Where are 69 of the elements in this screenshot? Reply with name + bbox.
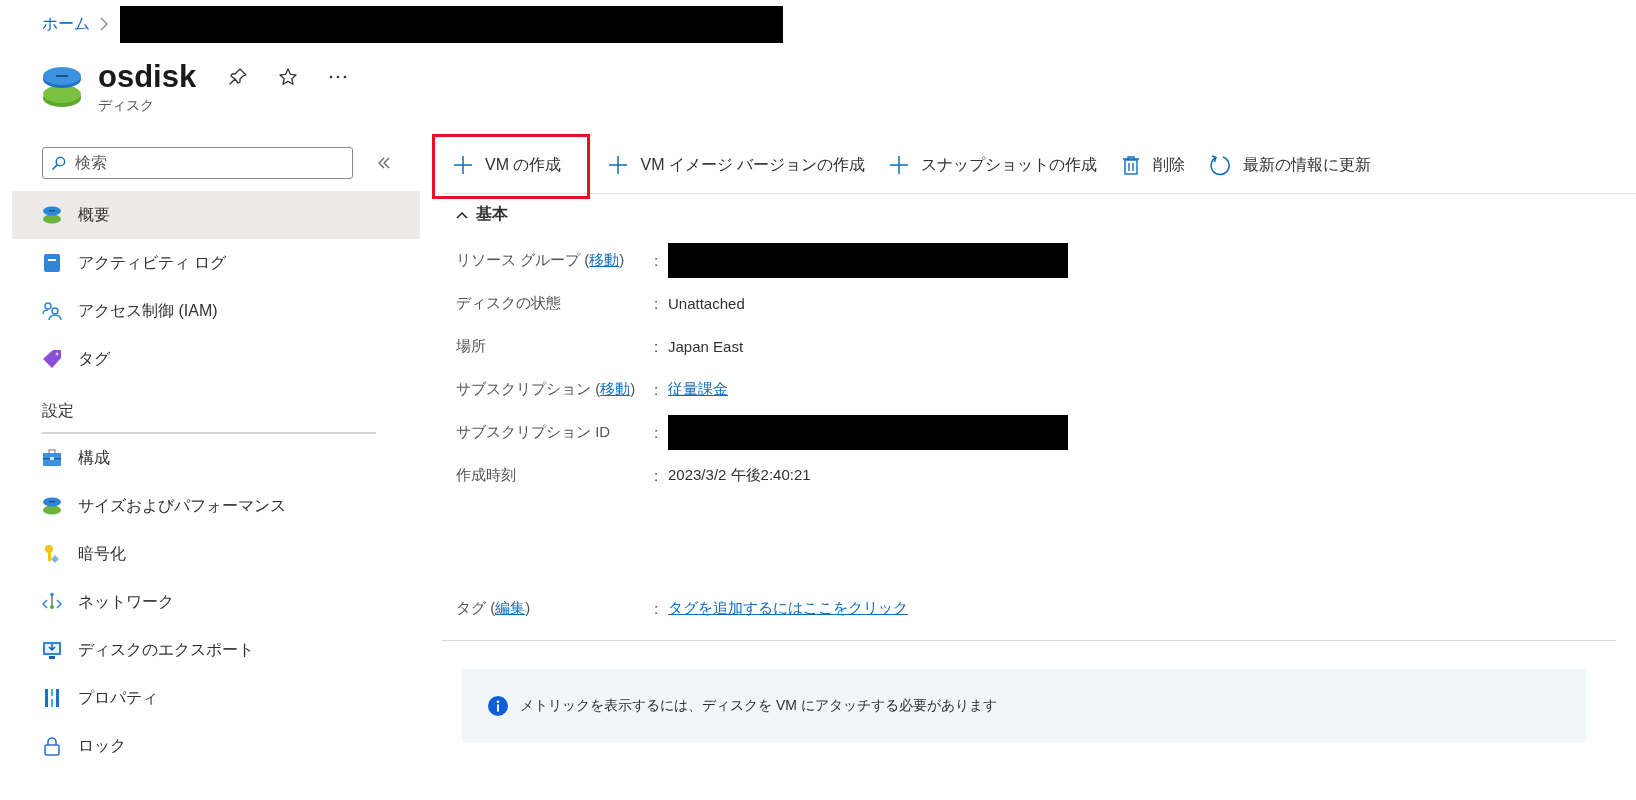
network-icon xyxy=(42,592,62,612)
property-link[interactable]: 従量課金 xyxy=(668,380,728,399)
property-label: ディスクの状態 xyxy=(456,294,562,313)
book-icon xyxy=(42,253,62,273)
sidebar-item[interactable]: プロパティ xyxy=(12,674,420,722)
sidebar-item[interactable]: 構成 xyxy=(12,434,420,482)
property-label: サブスクリプション ID xyxy=(456,423,612,442)
sidebar-item[interactable]: ディスクのエクスポート xyxy=(12,626,420,674)
toolbar-button[interactable]: VM の作成 xyxy=(432,133,591,199)
trash-icon xyxy=(1121,155,1142,175)
disk-icon xyxy=(42,65,82,109)
disk-icon xyxy=(42,205,62,225)
tag-icon xyxy=(42,349,62,369)
edit-link[interactable]: 編集 xyxy=(495,599,526,616)
toolbar-button[interactable]: VM イメージ バージョンの作成 xyxy=(602,150,872,180)
more-icon[interactable] xyxy=(328,74,349,80)
sidebar-item[interactable]: ネットワーク xyxy=(12,578,420,626)
add-tags-link[interactable]: タグを追加するにはここをクリック xyxy=(668,599,908,618)
caret-icon xyxy=(456,210,468,219)
sidebar-item[interactable]: アクティビティ ログ xyxy=(12,239,420,287)
people-icon xyxy=(42,301,62,321)
separator-colon: : xyxy=(654,381,660,398)
property-label: サブスクリプション (移動) xyxy=(456,380,637,399)
separator-colon: : xyxy=(654,467,660,484)
property-value: 2023/3/2 午後2:40:21 xyxy=(668,466,811,485)
disk-icon xyxy=(42,496,62,516)
resource-title: osdisk xyxy=(98,59,197,95)
plus-icon xyxy=(889,155,910,175)
property-label: タグ (編集) xyxy=(456,599,532,618)
property-value: Unattached xyxy=(668,295,745,312)
key-icon xyxy=(42,544,62,564)
separator-colon: : xyxy=(654,295,660,312)
plus-icon xyxy=(608,155,629,175)
toolbar-button[interactable]: スナップショットの作成 xyxy=(883,150,1104,180)
move-link[interactable]: 移動 xyxy=(589,251,620,268)
plus-icon xyxy=(453,155,473,175)
section-heading: 設定 xyxy=(41,401,75,421)
collapse-icon[interactable] xyxy=(377,157,391,169)
breadcrumb-home-link[interactable]: ホーム xyxy=(42,13,90,35)
property-label: 作成時刻 xyxy=(456,466,517,485)
resource-type: ディスク xyxy=(98,97,155,115)
monitor-icon xyxy=(42,640,62,660)
info-message: メトリックを表示するには、ディスクを VM にアタッチする必要があります xyxy=(520,697,997,715)
lock-icon xyxy=(42,736,62,756)
move-link[interactable]: 移動 xyxy=(600,380,631,397)
separator-colon: : xyxy=(654,600,660,617)
sidebar-item[interactable]: 概要 xyxy=(12,191,420,239)
star-icon[interactable] xyxy=(278,67,299,87)
separator-colon: : xyxy=(654,338,660,355)
sidebar-item[interactable]: タグ xyxy=(12,335,420,383)
sidebar-item[interactable]: ロック xyxy=(12,722,420,770)
chevron-icon xyxy=(100,17,108,31)
sidebar-item[interactable]: 暗号化 xyxy=(12,530,420,578)
sidebar-item[interactable]: サイズおよびパフォーマンス xyxy=(12,482,420,530)
info-icon xyxy=(488,696,508,716)
property-value: Japan East xyxy=(668,338,744,355)
property-label: 場所 xyxy=(456,337,487,356)
toolbar-button[interactable]: 最新の情報に更新 xyxy=(1203,150,1378,180)
search-icon xyxy=(51,156,66,171)
toolbox-icon xyxy=(42,448,62,468)
pin-icon[interactable] xyxy=(228,67,249,87)
separator-colon: : xyxy=(654,424,660,441)
bars-icon xyxy=(42,688,62,708)
search-field[interactable]: 検索 xyxy=(42,147,353,179)
separator-colon: : xyxy=(654,252,660,269)
refresh-icon xyxy=(1209,154,1232,176)
sidebar-item[interactable]: アクセス制御 (IAM) xyxy=(12,287,420,335)
property-label: リソース グループ (移動) xyxy=(456,251,626,270)
toolbar-button[interactable]: 削除 xyxy=(1115,150,1192,180)
